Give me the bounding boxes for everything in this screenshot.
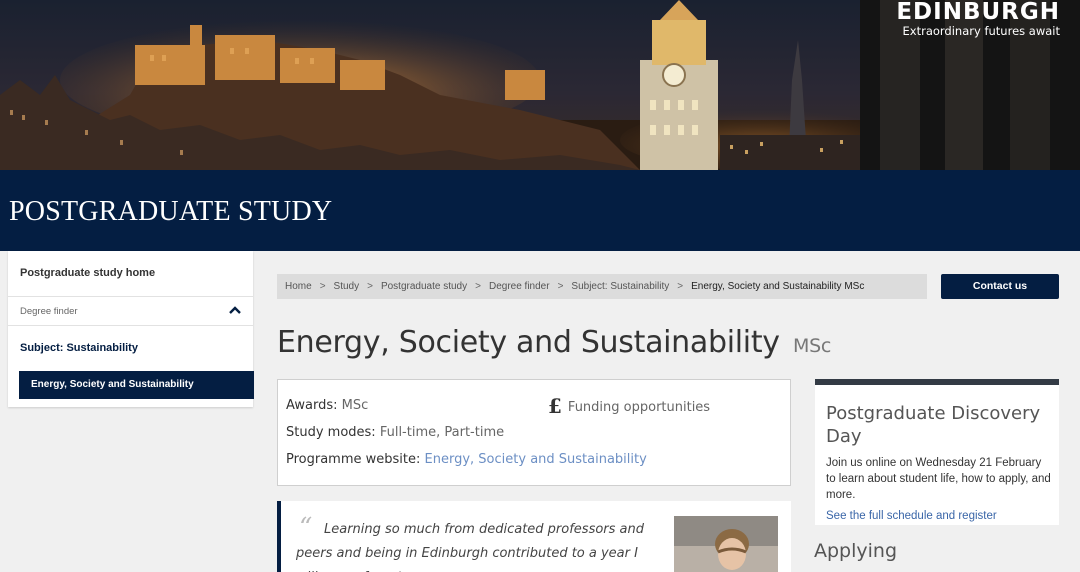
breadcrumb-current: Energy, Society and Sustainability MSc (691, 281, 865, 292)
breadcrumb-separator: > (677, 281, 684, 292)
programme-name: Energy, Society and Sustainability (277, 325, 780, 360)
programme-website-row: Programme website: Energy, Society and S… (286, 452, 647, 467)
page-title: Energy, Society and Sustainability MSc (277, 325, 831, 360)
brand-name: EDINBURGH (896, 0, 1060, 25)
breadcrumb-item-postgraduate[interactable]: Postgraduate study (381, 281, 467, 292)
breadcrumb: Home > Study > Postgraduate study > Degree fin… (277, 274, 927, 299)
breadcrumb-separator: > (367, 281, 373, 292)
programme-info-box: Awards: MSc Study modes: Full-time, Part… (277, 379, 791, 486)
programme-website-label: Programme website: (286, 452, 421, 467)
schedule-register-link[interactable]: See the full schedule and register (826, 510, 997, 522)
breadcrumb-item-degree-finder[interactable]: Degree finder (489, 281, 550, 292)
sidebar-item-active[interactable]: Energy, Society and Sustainability (19, 371, 254, 399)
breadcrumb-separator: > (319, 281, 326, 292)
testimonial-text: Learning so much from dedicated professo… (296, 522, 645, 572)
student-portrait-image (674, 516, 778, 572)
sidebar-item-home[interactable]: Postgraduate study home (8, 251, 253, 297)
breadcrumb-separator: > (475, 281, 481, 292)
breadcrumb-separator: > (557, 281, 564, 292)
sidebar-item-label: Degree finder (20, 306, 78, 317)
study-modes-label: Study modes: (286, 425, 376, 440)
student-photo (674, 516, 778, 572)
awards-row: Awards: MSc (286, 398, 368, 413)
chevron-up-icon[interactable] (229, 305, 241, 315)
university-logo[interactable]: EDINBURGH Extraordinary futures await (896, 0, 1060, 38)
funding-label: Funding opportunities (567, 400, 711, 415)
funding-opportunities-link[interactable]: £ Funding opportunities (548, 394, 710, 418)
sidebar-item-degree-finder[interactable]: Degree finder (8, 297, 253, 326)
awards-label: Awards: (286, 398, 338, 413)
breadcrumb-item-study[interactable]: Study (334, 281, 360, 292)
promo-title: Postgraduate Discovery Day (826, 403, 1041, 447)
study-modes-row: Study modes: Full-time, Part-time (286, 425, 504, 440)
hero-banner: EDINBURGH Extraordinary futures await (0, 0, 1080, 170)
applying-heading: Applying (814, 540, 898, 562)
discovery-day-promo: Postgraduate Discovery Day Join us onlin… (815, 379, 1059, 525)
breadcrumb-item-subject[interactable]: Subject: Sustainability (571, 281, 669, 292)
section-title[interactable]: POSTGRADUATE STUDY (9, 196, 332, 228)
student-testimonial: “ Learning so much from dedicated profes… (277, 501, 791, 572)
brand-tagline: Extraordinary futures await (902, 24, 1060, 38)
study-modes-value: Full-time, Part-time (379, 425, 505, 440)
breadcrumb-item-home[interactable]: Home (285, 281, 312, 292)
award-type: MSc (793, 335, 831, 357)
promo-description: Join us online on Wednesday 21 February … (826, 457, 1051, 501)
sidebar-item-subject[interactable]: Subject: Sustainability (8, 326, 253, 370)
awards-value: MSc (341, 398, 369, 413)
section-header: POSTGRADUATE STUDY (0, 170, 1080, 251)
pound-icon: £ (548, 394, 562, 418)
sidebar-nav: Postgraduate study home Degree finder Su… (8, 251, 254, 407)
programme-website-link[interactable]: Energy, Society and Sustainability (425, 452, 647, 467)
contact-us-button[interactable]: Contact us (941, 274, 1059, 299)
